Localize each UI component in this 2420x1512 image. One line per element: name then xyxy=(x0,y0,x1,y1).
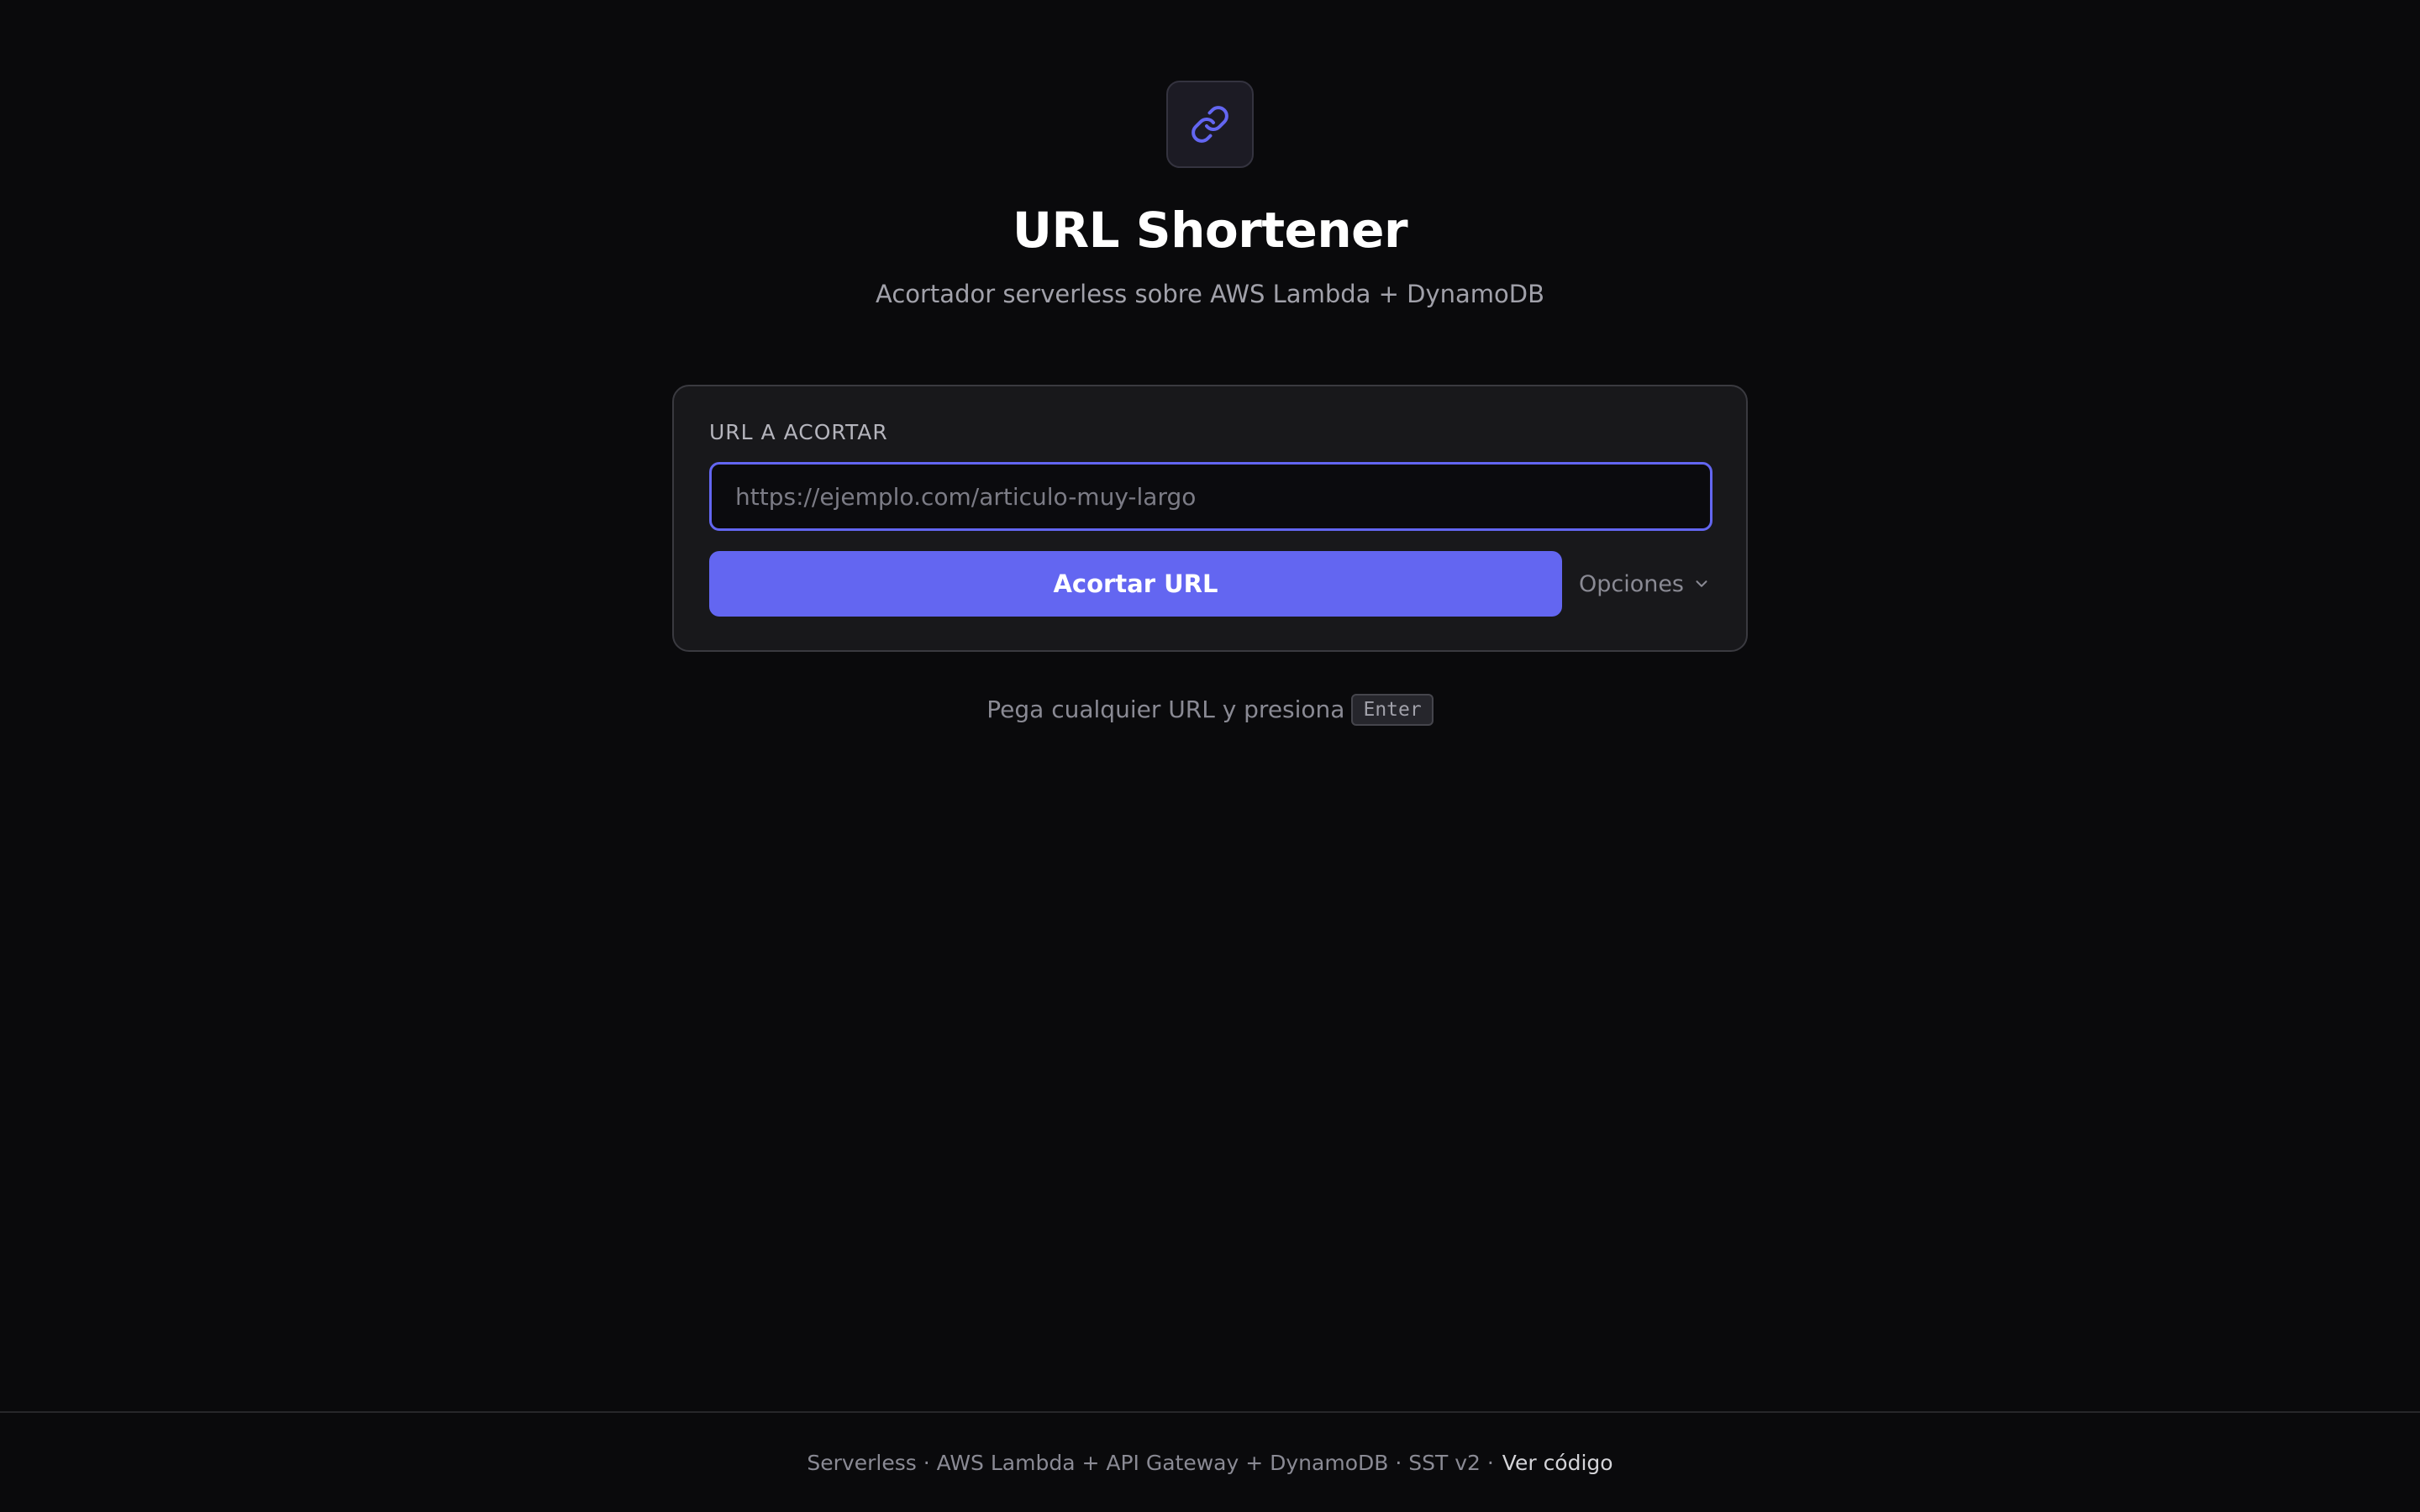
enter-key-badge: Enter xyxy=(1351,694,1434,726)
page-title: URL Shortener xyxy=(1012,202,1408,259)
action-row: Acortar URL Opciones xyxy=(709,551,1711,617)
link-icon xyxy=(1192,106,1228,143)
hint-text: Pega cualquier URL y presiona xyxy=(986,696,1345,723)
footer-text: Serverless · AWS Lambda + API Gateway + … xyxy=(807,1450,1494,1475)
url-input[interactable] xyxy=(709,462,1712,531)
chevron-down-icon xyxy=(1696,580,1707,587)
shorten-form-card: URL A ACORTAR Acortar URL Opciones xyxy=(672,385,1748,652)
footer: Serverless · AWS Lambda + API Gateway + … xyxy=(0,1411,2420,1512)
usage-hint: Pega cualquier URL y presiona Enter xyxy=(0,694,2420,726)
app-logo xyxy=(1166,81,1254,168)
view-code-link[interactable]: Ver código xyxy=(1502,1451,1613,1475)
url-field-label: URL A ACORTAR xyxy=(709,420,888,444)
page: URL Shortener Acortador serverless sobre… xyxy=(0,0,2420,1512)
shorten-button[interactable]: Acortar URL xyxy=(709,551,1562,617)
options-toggle[interactable]: Opciones xyxy=(1579,551,1711,617)
options-label: Opciones xyxy=(1578,570,1684,597)
header: URL Shortener Acortador serverless sobre… xyxy=(0,81,2420,309)
page-subtitle: Acortador serverless sobre AWS Lambda + … xyxy=(875,280,1545,308)
